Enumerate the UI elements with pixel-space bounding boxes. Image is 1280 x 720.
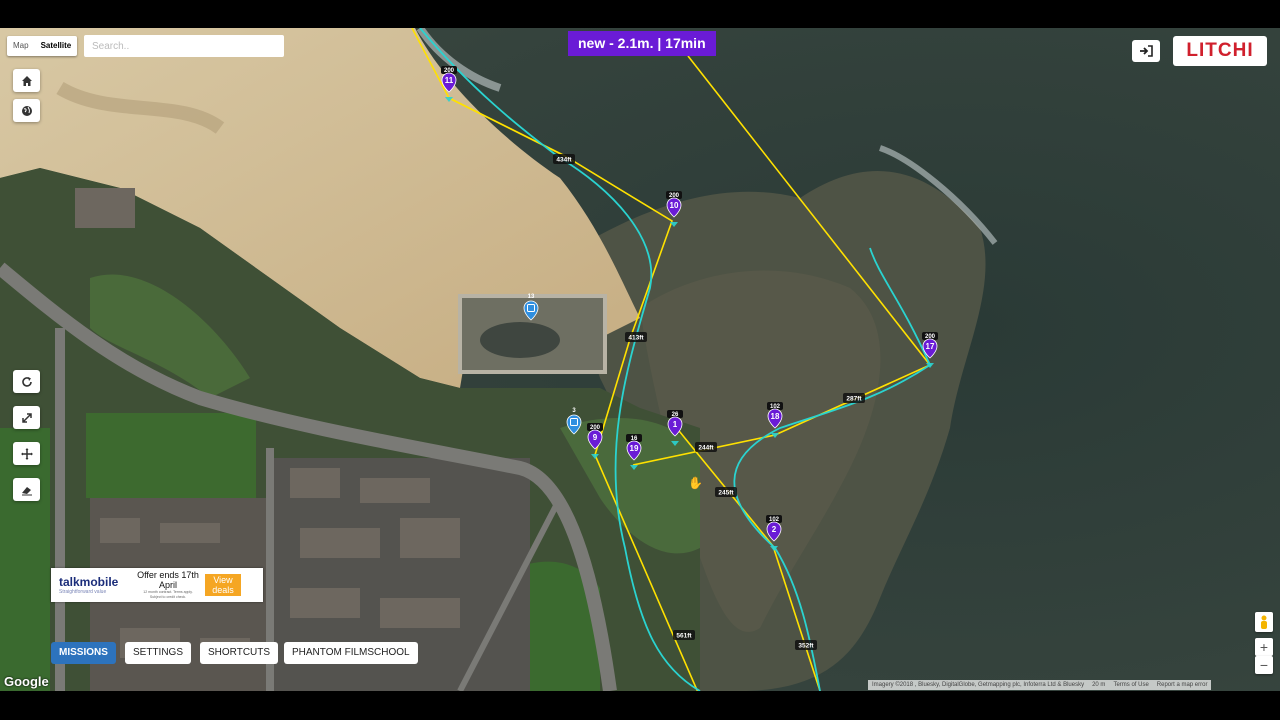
grass-field-left (0, 428, 50, 691)
distance-value: 352ft (798, 643, 814, 650)
waypoint-number: 2 (772, 525, 777, 534)
advertisement-banner[interactable]: talkmobile Straightforward value Offer e… (51, 568, 263, 602)
distance-label: 244ft (695, 442, 717, 452)
move-button[interactable] (13, 442, 40, 465)
search-input[interactable] (84, 35, 284, 57)
waypoint-number: 11 (445, 76, 454, 85)
imagery-credit: Imagery ©2018 , Bluesky, DigitalGlobe, G… (872, 682, 1085, 688)
waypoint-number: 17 (926, 342, 935, 351)
home-icon (21, 75, 32, 86)
eraser-icon (21, 486, 32, 495)
mouse-cursor-icon: ✋ (688, 476, 703, 490)
distance-label: 245ft (715, 487, 737, 497)
distance-value: 287ft (846, 396, 862, 403)
distance-value: 245ft (718, 490, 734, 497)
sign-in-icon (1140, 45, 1153, 57)
logo-text: LITCHI (1186, 40, 1254, 61)
waypoint-number: 19 (630, 444, 639, 453)
pool-water (480, 322, 560, 358)
ad-tagline: Straightforward value (59, 588, 107, 595)
ad-brand: talkmobile Straightforward value (51, 574, 137, 595)
waypoint-number: 1 (673, 420, 678, 429)
map-view[interactable]: 434ft 413ft 287ft 244ft 245ft 561ft 352ft 200 1… (0, 28, 1280, 691)
distance-label: 561ft (673, 630, 695, 640)
report-error-link[interactable]: Report a map error (1153, 680, 1212, 690)
distance-value: 434ft (556, 157, 572, 164)
google-logo: Google (4, 674, 49, 689)
zoom-out-button[interactable]: − (1255, 656, 1273, 674)
refresh-button[interactable] (13, 370, 40, 393)
minus-icon: − (1259, 657, 1269, 673)
distance-value: 413ft (628, 335, 644, 342)
tab-missions[interactable]: MISSIONS (51, 642, 116, 664)
globe-button[interactable] (13, 99, 40, 122)
ad-view-deals-button[interactable]: View deals (205, 574, 241, 596)
distance-value: 561ft (676, 633, 692, 640)
litchi-logo: LITCHI (1173, 36, 1267, 66)
distance-label: 413ft (625, 332, 647, 342)
distance-label: 434ft (553, 154, 575, 164)
expand-button[interactable] (13, 406, 40, 429)
tab-settings[interactable]: SETTINGS (125, 642, 192, 664)
home-button[interactable] (13, 69, 40, 92)
map-type-satellite[interactable]: Satellite (35, 36, 78, 56)
expand-icon (21, 412, 32, 423)
ad-offer-text: Offer ends 17th April (137, 570, 199, 590)
map-type-control[interactable]: Map Satellite (7, 36, 78, 56)
globe-icon (21, 105, 32, 116)
distance-label: 287ft (843, 393, 865, 403)
terms-link[interactable]: Terms of Use (1109, 680, 1152, 690)
map-scale: 20 m (1092, 682, 1106, 688)
distance-label: 352ft (795, 640, 817, 650)
waypoint-number: 9 (593, 433, 598, 442)
map-attribution: Imagery ©2018 , Bluesky, DigitalGlobe, G… (868, 680, 1212, 690)
ad-brand-name: talkmobile (59, 574, 119, 589)
street-view-pegman[interactable] (1255, 612, 1273, 632)
move-icon (20, 447, 33, 460)
ad-offer: Offer ends 17th April 12 month contract.… (137, 570, 199, 600)
poi-number: 13 (528, 294, 535, 300)
sports-field (86, 413, 256, 498)
tab-shortcuts[interactable]: SHORTCUTS (200, 642, 279, 664)
tab-phantom-filmschool[interactable]: PHANTOM FILMSCHOOL (284, 642, 418, 664)
map-type-map[interactable]: Map (7, 36, 35, 56)
pegman-icon (1261, 615, 1267, 629)
login-button[interactable] (1132, 40, 1160, 62)
zoom-in-button[interactable]: + (1255, 638, 1273, 656)
waypoint-number: 10 (670, 201, 679, 210)
mission-summary-banner: new - 2.1m. | 17min (568, 31, 716, 56)
plus-icon: + (1259, 639, 1269, 655)
waypoint-number: 18 (771, 412, 780, 421)
distance-value: 244ft (698, 445, 714, 452)
ad-fineprint: 12 month contract. Terms apply. Subject … (143, 590, 193, 599)
refresh-icon (21, 376, 32, 387)
eraser-button[interactable] (13, 478, 40, 501)
